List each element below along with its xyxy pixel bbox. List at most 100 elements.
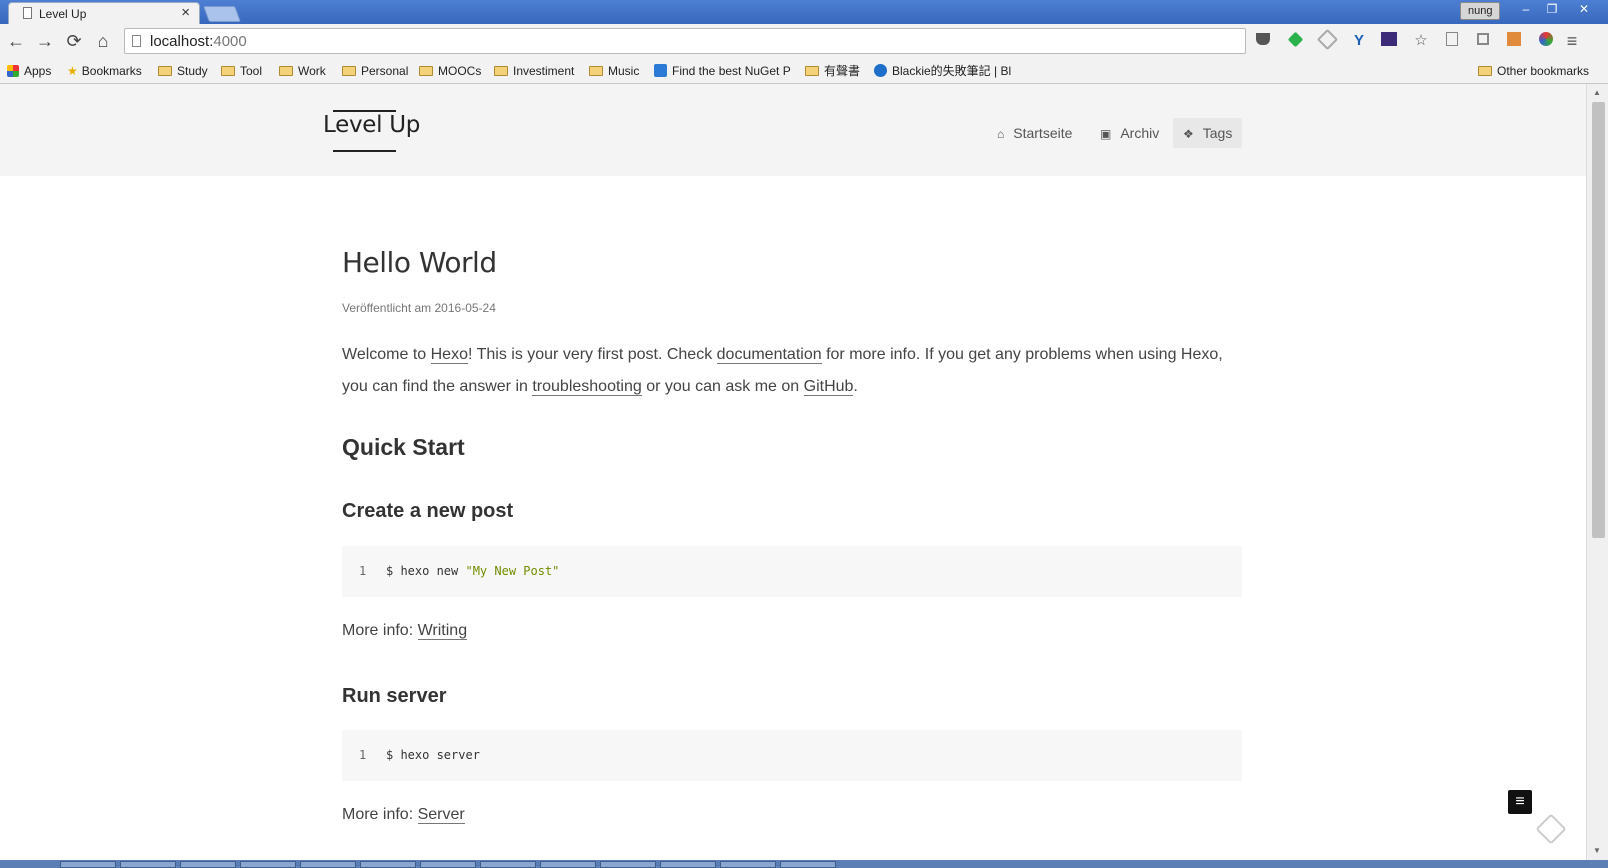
folder-icon [494,66,508,76]
site-logo[interactable]: Level Up [323,112,420,138]
bookmark-folder-study[interactable]: Study [158,62,208,80]
bookmark-star-icon[interactable]: ☆ [1412,32,1430,50]
folder-icon [279,66,293,76]
link-hexo[interactable]: Hexo [430,346,468,364]
heading-quick-start: Quick Start [342,434,465,460]
scroll-up-arrow-icon[interactable]: ▲ [1593,88,1601,97]
code-line: $ hexo new "My New Post" [386,564,560,578]
taskbar-item[interactable] [240,861,296,868]
bookmark-folder-tool[interactable]: Tool [221,62,262,80]
more-info: More info: Server [342,806,465,824]
folder-icon [158,66,172,76]
nav-startseite[interactable]: ⌂ Startseite [987,118,1082,148]
bookmark-folder-work[interactable]: Work [279,62,326,80]
reader-icon[interactable] [1474,32,1492,50]
apps-grid-icon [7,65,19,77]
scrollbar-thumb[interactable] [1592,102,1605,538]
line-number: 1 [359,564,367,578]
site-header: Level Up ⌂ Startseite ▣ Archiv ❖ Tags [0,84,1586,176]
heading-run-server: Run server [342,685,447,707]
v-extension-icon[interactable]: Y [1350,32,1368,50]
taskbar-item[interactable] [780,861,836,868]
taskbar-item[interactable] [420,861,476,868]
folder-icon [1478,66,1492,76]
pocket-icon[interactable] [1254,32,1272,50]
bookmark-folder-personal[interactable]: Personal [342,62,408,80]
color-picker-icon[interactable] [1537,32,1555,50]
close-window-button[interactable]: ✕ [1570,0,1598,18]
taskbar-item[interactable] [120,861,176,868]
bookmarks-bar: Apps ★ Bookmarks Study Tool Work Personal… [0,59,1608,84]
taskbar-item[interactable] [480,861,536,868]
page-icon [132,35,141,47]
nuget-icon [654,64,667,77]
taskbar-item[interactable] [60,861,116,868]
page-scrollbar[interactable]: ▲ ▼ [1586,84,1608,860]
address-bar[interactable]: localhost:4000 [124,28,1246,54]
link-server[interactable]: Server [417,806,465,824]
bookmark-folder-music[interactable]: Music [589,62,639,80]
minimize-button[interactable]: – [1512,0,1540,18]
folder-icon [342,66,356,76]
folder-icon [589,66,603,76]
extension-icon[interactable] [1316,28,1338,51]
sidebar-toggle-button[interactable]: ≡ [1508,790,1532,814]
link-writing[interactable]: Writing [417,622,468,640]
url-text: localhost:4000 [150,33,247,50]
post-title[interactable]: Hello World [342,246,497,279]
code-line: $ hexo server [386,748,480,762]
bookmark-folder-audiobooks[interactable]: 有聲書 [805,62,860,80]
taskbar-item[interactable] [660,861,716,868]
logo-line-bottom [333,150,396,152]
bookmark-apps[interactable]: Apps [7,62,51,80]
nav-archiv[interactable]: ▣ Archiv [1090,118,1169,148]
more-info: More info: Writing [342,622,468,640]
link-documentation[interactable]: documentation [716,346,822,364]
restore-button[interactable]: ❐ [1538,0,1566,18]
scroll-down-arrow-icon[interactable]: ▼ [1593,846,1601,855]
post-meta: Veröffentlicht am 2016-05-24 [342,301,496,315]
hackmd-icon [874,64,887,77]
feedly-icon[interactable] [1286,31,1304,50]
browser-tab[interactable]: Level Up × [8,2,200,24]
web-page: Level Up ⌂ Startseite ▣ Archiv ❖ Tags Hello… [0,84,1586,860]
line-number: 1 [359,748,367,762]
post-intro: Welcome to Hexo! This is your very first… [342,346,1223,396]
folder-icon [221,66,235,76]
taskbar-item[interactable] [540,861,596,868]
taskbar-item[interactable] [600,861,656,868]
home-icon: ⌂ [997,127,1005,141]
code-block: 1 $ hexo new "My New Post" [342,546,1242,597]
bookmark-folder-moocs[interactable]: MOOCs [419,62,481,80]
bookmark-blackie[interactable]: Blackie的失敗筆記 | Bl [874,62,1011,80]
home-button[interactable]: ⌂ [92,30,114,52]
forward-button[interactable]: → [34,30,56,52]
profile-button[interactable]: nung [1460,2,1501,20]
chrome-menu-icon[interactable]: ≡ [1563,32,1581,50]
reload-button[interactable]: ⟳ [63,30,85,52]
link-github[interactable]: GitHub [803,378,854,396]
archive-icon: ▣ [1100,127,1112,141]
bookmark-folder-investiment[interactable]: Investiment [494,62,574,80]
os-taskbar [0,860,1608,868]
extension-box-icon[interactable] [1505,32,1523,50]
bookmark-folder-other[interactable]: Other bookmarks [1478,62,1589,80]
new-tab-button[interactable] [203,6,241,22]
bookmark-bookmarks[interactable]: ★ Bookmarks [67,62,142,80]
page-icon [23,7,32,19]
taskbar-item[interactable] [180,861,236,868]
taskbar-item[interactable] [720,861,776,868]
back-button[interactable]: ← [5,30,27,52]
bookmark-nuget[interactable]: Find the best NuGet P [654,62,791,80]
visual-studio-icon[interactable] [1380,32,1398,50]
tags-icon: ❖ [1183,127,1194,141]
taskbar-item[interactable] [360,861,416,868]
copy-icon[interactable] [1443,32,1461,50]
heading-create-post: Create a new post [342,500,514,522]
browser-toolbar: ← → ⟳ ⌂ localhost:4000 Y ☆ ≡ [0,24,1608,59]
nav-tags[interactable]: ❖ Tags [1173,118,1243,148]
close-tab-icon[interactable]: × [181,4,190,21]
star-icon: ★ [67,64,78,78]
link-troubleshooting[interactable]: troubleshooting [532,378,642,396]
taskbar-item[interactable] [300,861,356,868]
